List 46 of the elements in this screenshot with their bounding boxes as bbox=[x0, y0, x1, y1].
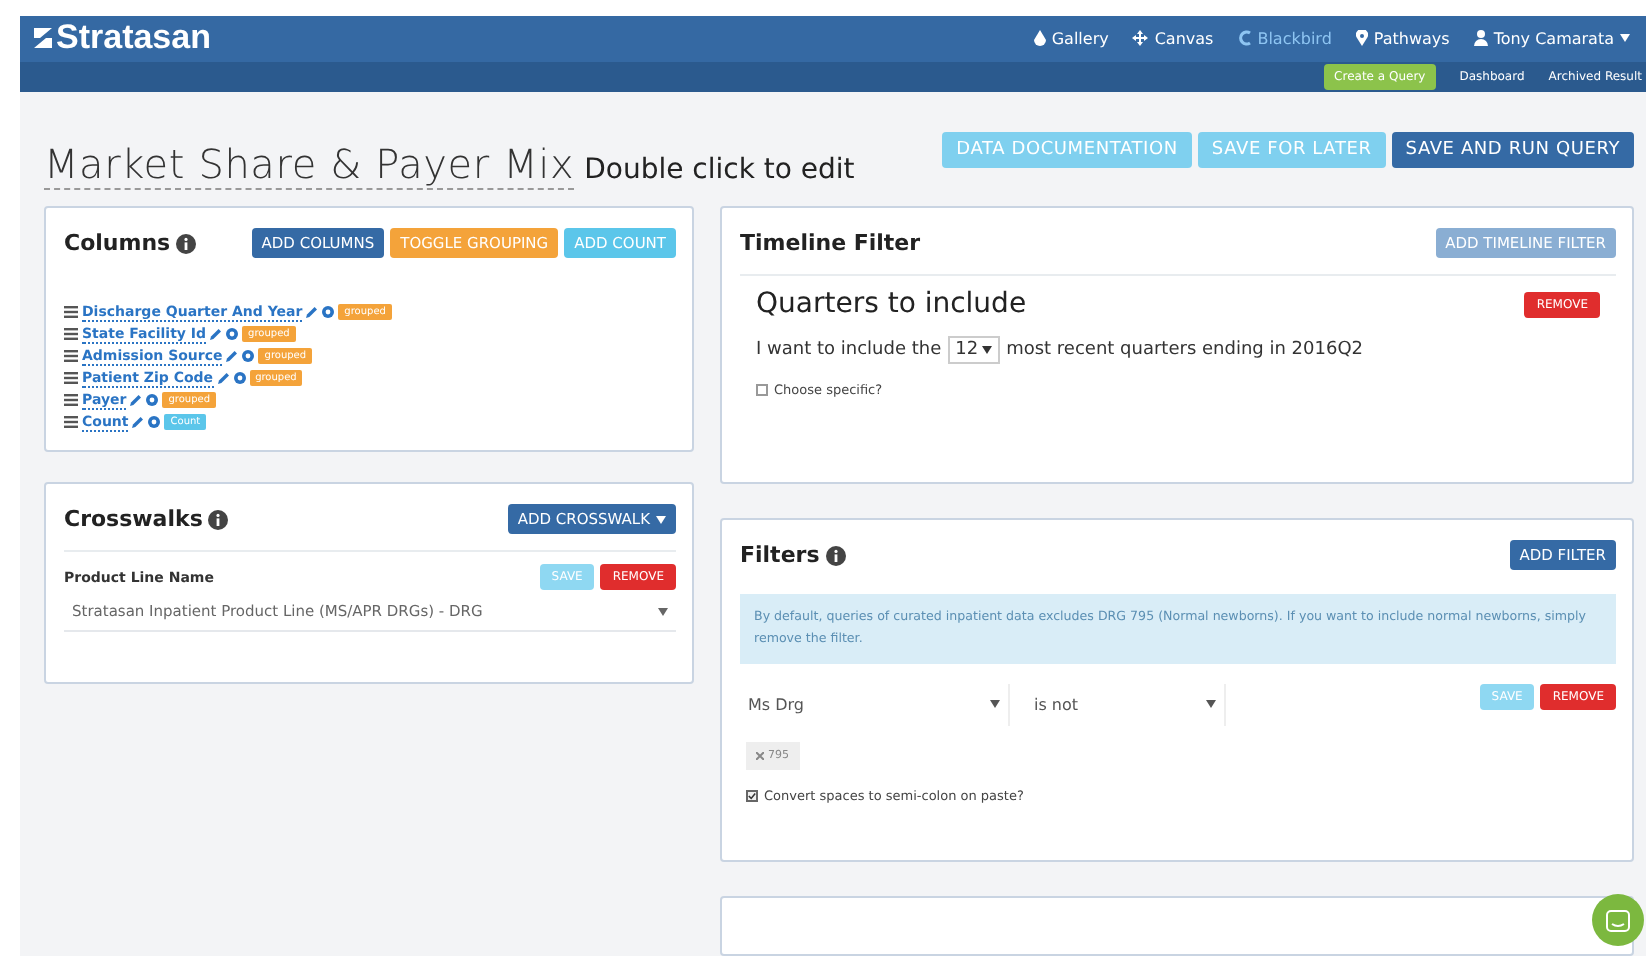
checkbox[interactable] bbox=[756, 384, 768, 396]
card-title: Columns bbox=[64, 230, 171, 256]
section-heading: Quarters to include bbox=[756, 288, 1027, 320]
info-icon bbox=[825, 545, 846, 565]
drag-handle-icon[interactable] bbox=[64, 372, 78, 384]
remove-icon[interactable] bbox=[756, 751, 764, 760]
card-title: Filters bbox=[740, 542, 820, 568]
checkbox[interactable] bbox=[746, 789, 758, 802]
operator-select[interactable]: is not bbox=[1026, 683, 1226, 726]
caret-icon bbox=[1206, 700, 1216, 709]
nav-link[interactable]: Tony Camarata bbox=[1473, 29, 1630, 48]
card-title: Crosswalks bbox=[64, 506, 203, 532]
card-title: Timeline Filter bbox=[740, 230, 921, 256]
query-title[interactable]: Market Share & Payer Mix bbox=[44, 140, 575, 190]
check-icon bbox=[748, 791, 756, 800]
caret-icon bbox=[656, 515, 666, 523]
pencil-icon[interactable] bbox=[306, 306, 319, 318]
drag-handle-icon[interactable] bbox=[64, 306, 78, 318]
action-button[interactable]: SAVE AND RUN QUERY bbox=[1391, 132, 1634, 168]
caret-icon bbox=[990, 700, 1000, 709]
nav-link[interactable]: Blackbird bbox=[1237, 29, 1332, 48]
nav-link[interactable]: Pathways bbox=[1355, 29, 1450, 48]
chat-icon bbox=[1606, 909, 1630, 931]
logo-icon bbox=[32, 26, 54, 51]
caret-icon bbox=[658, 607, 668, 615]
info-icon bbox=[208, 509, 229, 529]
drag-handle-icon[interactable] bbox=[64, 350, 78, 362]
nav-link[interactable]: Gallery bbox=[1033, 29, 1109, 48]
drop-icon bbox=[1033, 30, 1046, 47]
edit-hint: Double click to edit bbox=[584, 154, 855, 186]
move-icon bbox=[1132, 30, 1149, 47]
drag-handle-icon[interactable] bbox=[64, 394, 78, 406]
sentence-text: I want to include the bbox=[756, 340, 942, 360]
quarter-count-select[interactable]: 12 bbox=[947, 336, 1001, 364]
info-icon bbox=[176, 233, 197, 253]
sentence-text: most recent quarters ending in 2016Q2 bbox=[1006, 340, 1364, 360]
caret-icon bbox=[1620, 34, 1630, 43]
gear-icon[interactable] bbox=[322, 306, 335, 318]
nav-link[interactable]: Canvas bbox=[1132, 29, 1214, 48]
drag-handle-icon[interactable] bbox=[64, 416, 78, 428]
user-icon bbox=[1473, 30, 1488, 47]
drag-handle-icon[interactable] bbox=[64, 328, 78, 340]
c-letter-icon bbox=[1237, 30, 1252, 47]
pin-icon bbox=[1355, 30, 1368, 47]
field-select[interactable]: Ms Drg bbox=[740, 683, 1010, 726]
caret-icon bbox=[982, 346, 993, 354]
